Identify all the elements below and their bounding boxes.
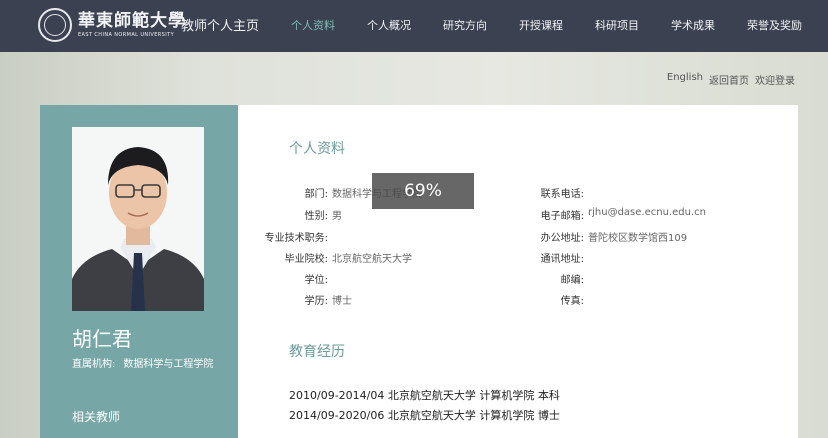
section-title-education: 教育经历 <box>289 344 345 360</box>
nav-item-overview[interactable]: 个人概况 <box>351 0 427 52</box>
nav-item-honors[interactable]: 荣誉及奖励 <box>731 0 818 52</box>
affiliation: 直属机构: 数据科学与工程学院 <box>72 356 222 374</box>
logo-chinese-name: 華東師範大學 <box>78 11 186 31</box>
education-item: 2014/09-2020/06 北京航空航天大学 计算机学院 博士 <box>289 409 560 422</box>
login-link[interactable]: 欢迎登录 <box>755 72 795 87</box>
main-nav: 个人资料 个人概况 研究方向 开授课程 科研项目 学术成果 荣誉及奖励 <box>275 0 818 52</box>
affiliation-label: 直属机构: <box>72 359 116 370</box>
info-row-mailing-address: 通讯地址: <box>540 254 584 265</box>
info-row-postcode: 邮编: <box>560 275 584 286</box>
university-logo[interactable]: 華東師範大學 EAST CHINA NORMAL UNIVERSITY <box>38 8 186 42</box>
info-row-email: 电子邮箱: rjhu@dase.ecnu.edu.cn <box>540 207 706 222</box>
nav-item-courses[interactable]: 开授课程 <box>503 0 579 52</box>
education-item: 2010/09-2014/04 北京航空航天大学 计算机学院 本科 <box>289 389 560 402</box>
info-row-education-level: 学历: 博士 <box>304 296 352 307</box>
english-link[interactable]: English <box>667 72 703 87</box>
teacher-name: 胡仁君 <box>72 327 132 351</box>
profile-sidebar: 胡仁君 直属机构: 数据科学与工程学院 相关教师 <box>40 105 238 438</box>
nav-item-projects[interactable]: 科研项目 <box>579 0 655 52</box>
home-link[interactable]: 返回首页 <box>709 72 749 87</box>
nav-item-publications[interactable]: 学术成果 <box>655 0 731 52</box>
info-row-office: 办公地址: 普陀校区数学馆西109 <box>540 233 688 244</box>
zoom-level-indicator: 69% <box>372 173 474 209</box>
site-title: 教师个人主页 <box>181 19 260 34</box>
section-title-profile: 个人资料 <box>289 141 345 157</box>
affiliation-value[interactable]: 数据科学与工程学院 <box>123 359 213 370</box>
nav-item-profile[interactable]: 个人资料 <box>275 0 351 52</box>
top-navigation-bar: 華東師範大學 EAST CHINA NORMAL UNIVERSITY 教师个人… <box>0 0 828 52</box>
info-row-fax: 传真: <box>560 296 584 307</box>
profile-content-panel: 个人资料 部门:数据科学与工程学院 性别:男 专业技术职务: 毕业院校:北京航空… <box>238 105 798 438</box>
info-row-title: 专业技术职务: <box>264 233 328 244</box>
logo-english-name: EAST CHINA NORMAL UNIVERSITY <box>78 32 175 38</box>
university-seal-icon <box>38 8 72 42</box>
related-teachers-heading: 相关教师 <box>72 410 121 424</box>
nav-item-research[interactable]: 研究方向 <box>427 0 503 52</box>
info-row-degree: 学位: <box>304 275 328 286</box>
profile-photo <box>72 127 204 311</box>
info-row-school: 毕业院校: 北京航空航天大学 <box>284 254 412 265</box>
info-row-gender: 性别: 男 <box>304 211 342 222</box>
top-links: English 返回首页 欢迎登录 <box>667 72 795 87</box>
info-row-phone: 联系电话: <box>540 189 584 200</box>
